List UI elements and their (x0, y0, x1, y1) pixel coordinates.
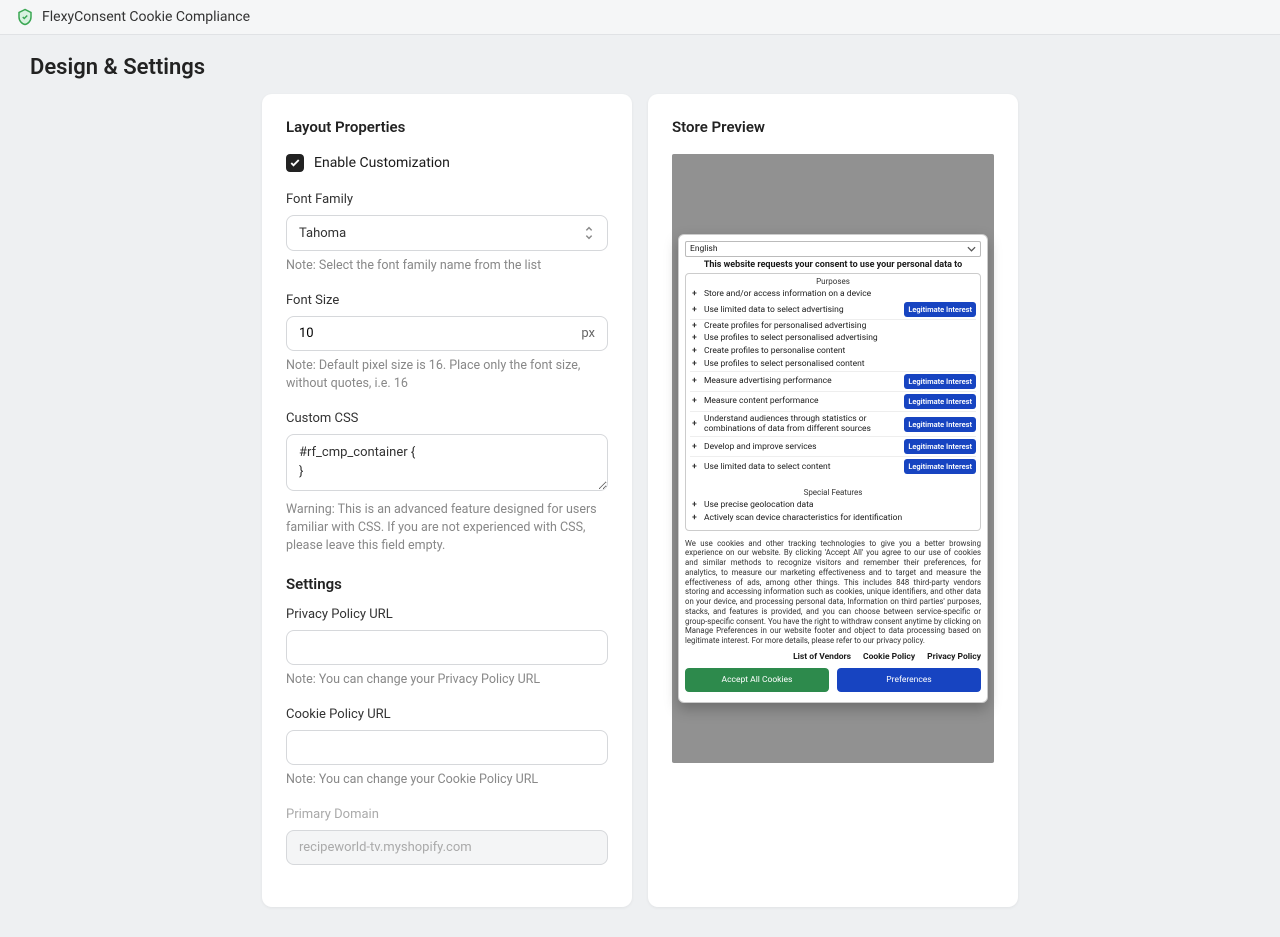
special-feature-text: Actively scan device characteristics for… (704, 513, 976, 523)
purpose-text: Use profiles to select personalised cont… (704, 359, 976, 369)
purpose-row: + Understand audiences through statistics… (690, 412, 976, 437)
primary-domain-input (286, 830, 608, 865)
purpose-text: Create profiles to personalise content (704, 346, 976, 356)
cookie-url-note: Note: You can change your Cookie Policy … (286, 771, 608, 789)
expand-icon[interactable]: + (690, 513, 699, 523)
consent-modal: English This website requests your conse… (678, 234, 988, 703)
privacy-url-input[interactable] (286, 630, 608, 665)
expand-icon[interactable]: + (690, 321, 699, 331)
special-feature-row: + Actively scan device characteristics fo… (690, 512, 976, 524)
purpose-text: Use limited data to select advertising (704, 305, 899, 315)
chevron-down-icon (967, 246, 976, 252)
legitimate-interest-button[interactable]: Legitimate Interest (904, 394, 976, 409)
expand-icon[interactable]: + (690, 359, 699, 369)
expand-icon[interactable]: + (690, 346, 699, 356)
consent-body-text: We use cookies and other tracking techno… (685, 539, 981, 646)
expand-icon[interactable]: + (690, 289, 699, 299)
expand-icon[interactable]: + (690, 333, 699, 343)
font-family-select[interactable]: Tahoma (286, 215, 608, 251)
privacy-policy-link[interactable]: Privacy Policy (927, 652, 981, 662)
store-preview-card: Store Preview English This website reque… (648, 94, 1018, 907)
legitimate-interest-button[interactable]: Legitimate Interest (904, 439, 976, 454)
special-features-label: Special Features (690, 488, 976, 497)
accept-all-button[interactable]: Accept All Cookies (685, 668, 829, 692)
layout-properties-card: Layout Properties Enable Customization F… (262, 94, 632, 907)
expand-icon[interactable]: + (690, 396, 699, 406)
custom-css-note: Warning: This is an advanced feature des… (286, 501, 608, 555)
purpose-text: Measure advertising performance (704, 376, 899, 386)
consent-headline: This website requests your consent to us… (685, 260, 981, 270)
store-preview-title: Store Preview (672, 118, 994, 136)
app-title: FlexyConsent Cookie Compliance (42, 9, 250, 25)
purpose-text: Use limited data to select content (704, 462, 899, 472)
font-family-value: Tahoma (299, 226, 346, 241)
enable-customization-label: Enable Customization (314, 155, 450, 171)
font-family-label: Font Family (286, 192, 608, 207)
preferences-button[interactable]: Preferences (837, 668, 981, 692)
cookie-policy-link[interactable]: Cookie Policy (863, 652, 915, 662)
font-family-note: Note: Select the font family name from t… (286, 257, 608, 275)
purpose-row: + Use limited data to select content Legit… (690, 457, 976, 476)
purpose-text: Develop and improve services (704, 442, 899, 452)
purpose-row: + Use profiles to select personalised adv… (690, 332, 976, 344)
cookie-url-label: Cookie Policy URL (286, 707, 608, 722)
legitimate-interest-button[interactable]: Legitimate Interest (904, 302, 976, 317)
legitimate-interest-button[interactable]: Legitimate Interest (904, 374, 976, 389)
preview-frame: English This website requests your conse… (672, 154, 994, 763)
custom-css-label: Custom CSS (286, 411, 608, 426)
enable-customization-checkbox[interactable] (286, 154, 304, 172)
purpose-row: + Create profiles for personalised advert… (690, 320, 976, 332)
chevron-updown-icon (583, 225, 595, 241)
purpose-text: Store and/or access information on a dev… (704, 289, 976, 299)
purpose-row: + Measure content performance Legitimate I… (690, 392, 976, 412)
font-size-input[interactable] (299, 317, 581, 350)
page-title: Design & Settings (0, 35, 1280, 94)
expand-icon[interactable]: + (690, 419, 699, 429)
custom-css-input[interactable] (286, 434, 608, 490)
purpose-text: Create profiles for personalised adverti… (704, 321, 976, 331)
expand-icon[interactable]: + (690, 376, 699, 386)
cookie-url-input[interactable] (286, 730, 608, 765)
purpose-row: + Develop and improve services Legitimate … (690, 437, 976, 457)
purpose-text: Understand audiences through statistics … (704, 414, 899, 434)
legitimate-interest-button[interactable]: Legitimate Interest (904, 459, 976, 474)
font-size-label: Font Size (286, 293, 608, 308)
purpose-row: + Measure advertising performance Legitima… (690, 372, 976, 392)
expand-icon[interactable]: + (690, 500, 699, 510)
legitimate-interest-button[interactable]: Legitimate Interest (904, 417, 976, 432)
language-select[interactable]: English (685, 241, 981, 257)
purpose-text: Measure content performance (704, 396, 899, 406)
purpose-text: Use profiles to select personalised adve… (704, 333, 976, 343)
list-of-vendors-link[interactable]: List of Vendors (793, 652, 851, 662)
expand-icon[interactable]: + (690, 462, 699, 472)
expand-icon[interactable]: + (690, 305, 699, 315)
special-feature-row: + Use precise geolocation data (690, 499, 976, 511)
top-bar: FlexyConsent Cookie Compliance (0, 0, 1280, 35)
shield-icon (16, 8, 34, 26)
purpose-row: + Use limited data to select advertising L… (690, 300, 976, 320)
purpose-row: + Use profiles to select personalised con… (690, 357, 976, 372)
purpose-row: + Store and/or access information on a de… (690, 288, 976, 300)
purpose-row: + Create profiles to personalise content (690, 345, 976, 357)
font-size-suffix: px (581, 326, 595, 341)
primary-domain-label: Primary Domain (286, 807, 608, 822)
expand-icon[interactable]: + (690, 442, 699, 452)
settings-title: Settings (286, 575, 608, 593)
privacy-url-label: Privacy Policy URL (286, 607, 608, 622)
special-feature-text: Use precise geolocation data (704, 500, 976, 510)
layout-properties-title: Layout Properties (286, 118, 608, 136)
privacy-url-note: Note: You can change your Privacy Policy… (286, 671, 608, 689)
purposes-section-label: Purposes (690, 277, 976, 286)
language-value: English (690, 244, 718, 254)
font-size-note: Note: Default pixel size is 16. Place on… (286, 357, 608, 393)
purposes-box: Purposes + Store and/or access informatio… (685, 273, 981, 531)
